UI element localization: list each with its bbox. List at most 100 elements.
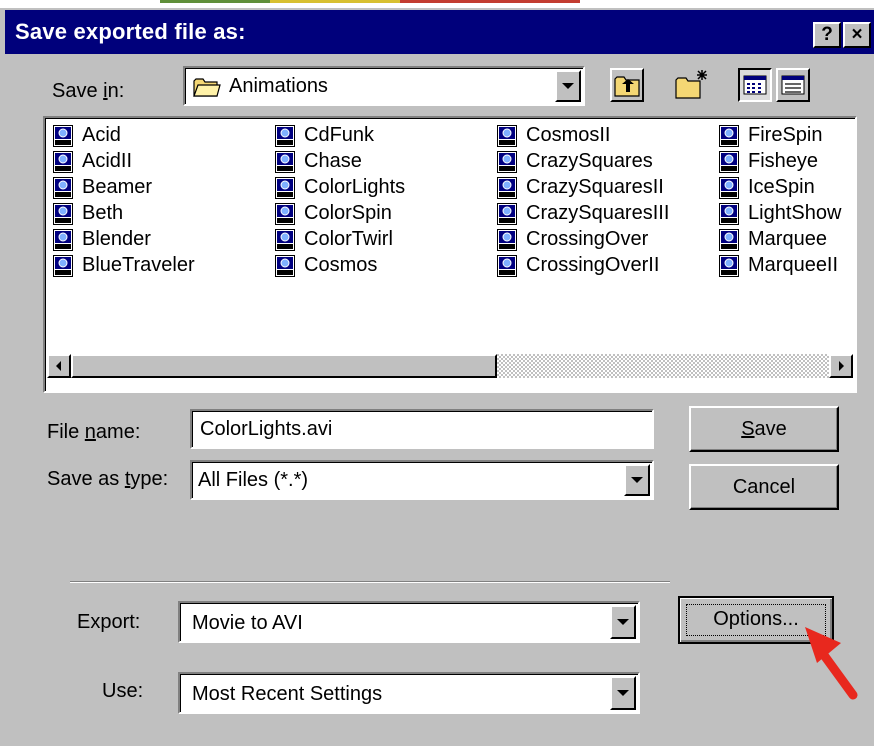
- file-name-text: Beth: [82, 202, 124, 224]
- list-view-button[interactable]: [738, 68, 772, 102]
- file-name-text: CrazySquaresII: [526, 176, 664, 198]
- save-in-dropdown-arrow[interactable]: [555, 70, 581, 102]
- movie-file-icon: [497, 255, 517, 277]
- background-accent: [160, 0, 270, 3]
- movie-file-icon: [53, 255, 73, 277]
- separator: [70, 582, 670, 583]
- movie-file-icon: [275, 151, 295, 173]
- save-in-combo[interactable]: Animations: [183, 66, 585, 106]
- save-button[interactable]: Save: [689, 406, 839, 452]
- file-name-text: Fisheye: [748, 150, 819, 172]
- export-combo[interactable]: Movie to AVI: [178, 601, 640, 643]
- file-name-text: IceSpin: [748, 176, 815, 198]
- file-name-value: ColorLights.avi: [200, 418, 333, 440]
- export-label: Export:: [77, 611, 141, 633]
- movie-file-icon: [53, 203, 73, 225]
- file-name-text: CosmosII: [526, 124, 611, 146]
- file-name-text: MarqueeII: [748, 254, 839, 276]
- file-name-text: CrossingOver: [526, 228, 649, 250]
- file-name-text: AcidII: [82, 150, 133, 172]
- file-name-label: File name:: [47, 420, 140, 444]
- horizontal-scrollbar[interactable]: [47, 354, 853, 378]
- file-name-text: CdFunk: [304, 124, 375, 146]
- file-name-text: CrazySquares: [526, 150, 653, 172]
- file-name-text: ColorSpin: [304, 202, 392, 224]
- background-accent: [400, 0, 580, 3]
- movie-file-icon: [497, 177, 517, 199]
- movie-file-icon: [275, 177, 295, 199]
- movie-file-icon: [719, 203, 739, 225]
- movie-file-icon: [275, 255, 295, 277]
- movie-file-icon: [53, 151, 73, 173]
- save-button-label: ave: [754, 418, 787, 440]
- export-dropdown-arrow[interactable]: [610, 605, 636, 639]
- folder-icon: [193, 78, 221, 97]
- dialog-title: Save exported file as:: [15, 19, 246, 44]
- scroll-right-button[interactable]: [829, 354, 853, 378]
- file-name-text: Cosmos: [304, 254, 378, 276]
- use-label: Use:: [102, 680, 144, 702]
- file-name-label-accel: n: [84, 421, 96, 443]
- up-one-level-icon: [614, 76, 640, 97]
- use-combo[interactable]: Most Recent Settings: [178, 672, 640, 714]
- up-one-level-button[interactable]: [610, 68, 644, 102]
- save-as-type-label-text: ype:: [130, 468, 169, 490]
- file-list[interactable]: Acid AcidII Beamer Beth Blender BlueTraveler C…: [43, 116, 857, 393]
- movie-file-icon: [497, 125, 517, 147]
- save-as-type-label-text: Save as: [47, 468, 125, 490]
- movie-file-icon: [497, 203, 517, 225]
- save-in-label-text: Save: [52, 80, 104, 102]
- file-name-text: FireSpin: [748, 124, 823, 146]
- file-name-text: ColorLights: [304, 176, 406, 198]
- annotation-arrow-icon: [805, 627, 858, 700]
- file-name-text: Chase: [304, 150, 362, 172]
- save-in-value: Animations: [229, 75, 328, 97]
- create-new-folder-button[interactable]: [674, 68, 708, 102]
- file-name-text: Beamer: [82, 176, 153, 198]
- movie-file-icon: [719, 177, 739, 199]
- save-in-label: Save in:: [52, 79, 124, 103]
- movie-file-icon: [53, 177, 73, 199]
- help-button[interactable]: ?: [813, 22, 841, 48]
- export-value: Movie to AVI: [192, 612, 303, 634]
- movie-file-icon: [275, 229, 295, 251]
- file-name-text: Acid: [82, 124, 121, 146]
- title-bar[interactable]: Save exported file as: ? ×: [5, 10, 874, 54]
- movie-file-icon: [275, 203, 295, 225]
- scroll-thumb[interactable]: [71, 354, 497, 378]
- movie-file-icon: [497, 229, 517, 251]
- file-name-label-text: File: [47, 421, 85, 443]
- movie-file-icon: [719, 229, 739, 251]
- file-name-input[interactable]: ColorLights.avi: [190, 409, 654, 449]
- file-name-text: LightShow: [748, 202, 842, 224]
- background-accent: [270, 0, 400, 3]
- file-name-text: BlueTraveler: [82, 254, 195, 276]
- cancel-button[interactable]: Cancel: [689, 464, 839, 510]
- file-name-label-text: ame:: [95, 421, 141, 443]
- cancel-button-label: Cancel: [732, 476, 796, 498]
- save-as-type-dropdown-arrow[interactable]: [624, 464, 650, 496]
- arrow-right-icon: [839, 361, 844, 371]
- movie-file-icon: [53, 229, 73, 251]
- use-dropdown-arrow[interactable]: [610, 676, 636, 710]
- list-view-icon: [743, 75, 767, 95]
- scroll-left-button[interactable]: [47, 354, 71, 378]
- use-value: Most Recent Settings: [192, 683, 383, 705]
- movie-file-icon: [719, 255, 739, 277]
- save-as-type-value: All Files (*.*): [198, 469, 309, 491]
- save-as-type-combo[interactable]: All Files (*.*): [190, 460, 654, 500]
- file-name-text: Blender: [82, 228, 151, 250]
- create-new-folder-icon: [675, 70, 707, 99]
- file-name-text: CrossingOverII: [526, 254, 660, 276]
- movie-file-icon: [719, 125, 739, 147]
- file-name-text: Marquee: [748, 228, 827, 250]
- movie-file-icon: [275, 125, 295, 147]
- movie-file-icon: [53, 125, 73, 147]
- close-button[interactable]: ×: [843, 22, 871, 48]
- arrow-left-icon: [56, 361, 61, 371]
- details-view-button[interactable]: [776, 68, 810, 102]
- save-in-label-text: n:: [107, 80, 125, 102]
- details-view-icon: [781, 75, 805, 95]
- file-name-text: ColorTwirl: [304, 228, 393, 250]
- save-as-type-label: Save as type:: [47, 467, 168, 491]
